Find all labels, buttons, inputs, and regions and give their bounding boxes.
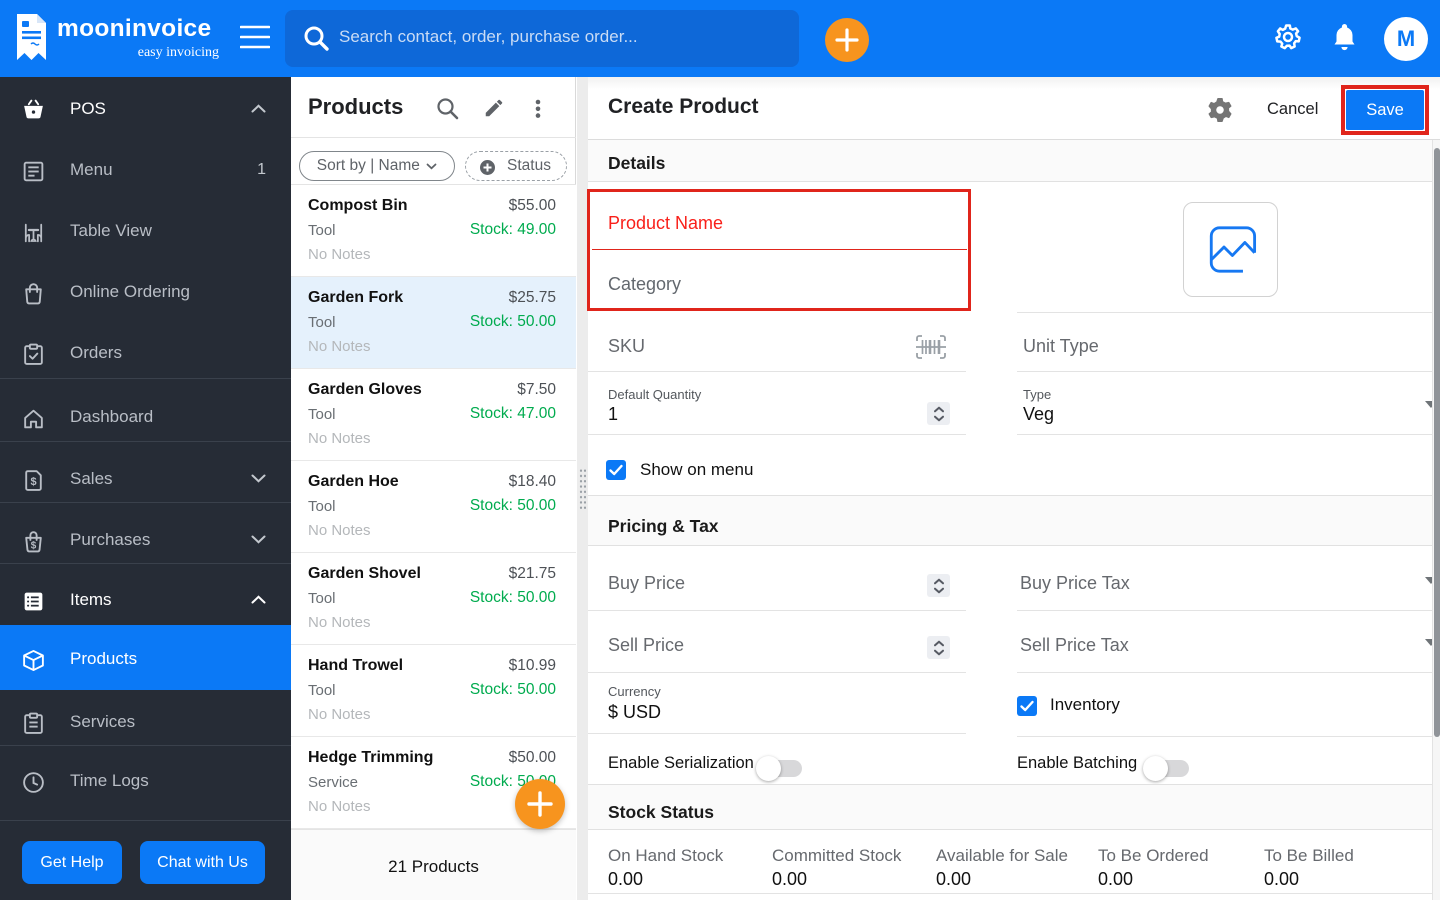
svg-text:$: $ (31, 540, 37, 551)
svg-text:$: $ (30, 476, 36, 488)
